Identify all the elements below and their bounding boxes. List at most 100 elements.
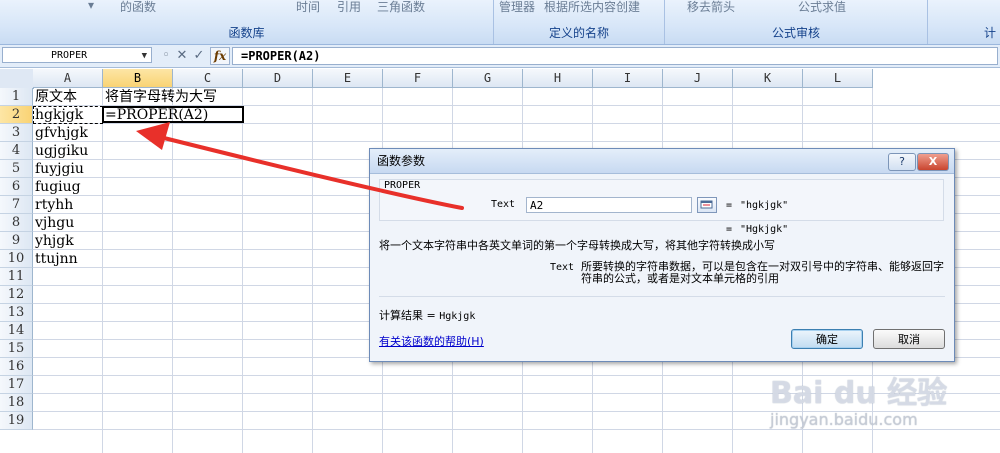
column-gridline (312, 88, 313, 453)
row-header-6[interactable]: 6 (0, 178, 33, 196)
row-header-17[interactable]: 17 (0, 376, 33, 394)
function-arguments-dialog: 函数参数 ? X PROPER Text A2 = "hgkjgk" = "Hg… (369, 148, 955, 362)
arg-equals: = (726, 200, 733, 211)
chevron-down-icon[interactable]: ▼ (142, 48, 147, 64)
row-header-2[interactable]: 2 (0, 106, 33, 124)
function-name: PROPER (384, 180, 421, 191)
ribbon: ▾ 的函数 时间 引用 三角函数 函数库 管理器 根据所选内容创建 定义的名称 … (0, 0, 1000, 45)
cancel-button[interactable]: 取消 (873, 329, 945, 349)
function-library-label: 函数库 (228, 26, 265, 40)
defined-names-label: 定义的名称 (548, 26, 609, 40)
cell-b1[interactable]: 将首字母转为大写 (103, 88, 217, 106)
dialog-titlebar[interactable]: 函数参数 ? X (370, 149, 954, 174)
row-header-9[interactable]: 9 (0, 232, 33, 250)
row-header-4[interactable]: 4 (0, 142, 33, 160)
divider (379, 296, 945, 297)
range-select-icon (700, 200, 713, 209)
row-header-8[interactable]: 8 (0, 214, 33, 232)
column-header-k[interactable]: K (733, 69, 803, 88)
cell-a5[interactable]: fuyjgiu (33, 160, 84, 178)
column-header-l[interactable]: L (803, 69, 873, 88)
function-description: 将一个文本字符串中各英文单词的第一个字母转换成大写，将其他字符转换成小写 (379, 239, 775, 252)
row-header-14[interactable]: 14 (0, 322, 33, 340)
param-description: 所要转换的字符串数据，可以是包含在一对双引号中的字符串、能够返回字符串的公式，或… (581, 260, 944, 285)
name-manager-button[interactable]: 管理器 (499, 0, 535, 15)
column-header-d[interactable]: D (243, 69, 313, 88)
cell-a7[interactable]: rtyhh (33, 196, 73, 214)
name-box-value: PROPER (51, 50, 88, 61)
formula-auditing-label: 公式审核 (771, 26, 820, 40)
expand-icon[interactable]: ◦ (158, 48, 174, 64)
row-header-13[interactable]: 13 (0, 304, 33, 322)
calculation-group: 计 (928, 0, 1000, 44)
baidu-watermark-url: jingyan.baidu.com (770, 410, 918, 429)
create-from-selection-button[interactable]: 根据所选内容创建 (544, 0, 640, 15)
evaluate-formula-button[interactable]: 公式求值 (798, 0, 846, 15)
cell-a1[interactable]: 原文本 (33, 88, 77, 106)
dropdown-icon[interactable]: ▾ (88, 0, 94, 12)
calc-value: Hgkjgk (439, 311, 476, 322)
row-header-16[interactable]: 16 (0, 358, 33, 376)
name-box[interactable]: PROPER ▼ (2, 47, 152, 63)
column-gridline (102, 88, 103, 453)
row-header-1[interactable]: 1 (0, 88, 33, 106)
collapse-dialog-button[interactable] (697, 197, 717, 213)
row-header-15[interactable]: 15 (0, 340, 33, 358)
copy-marquee (33, 106, 103, 124)
row-header-19[interactable]: 19 (0, 412, 33, 430)
help-button[interactable]: ? (888, 153, 916, 171)
defined-names-group: 管理器 根据所选内容创建 定义的名称 (494, 0, 665, 44)
baidu-watermark-logo: Bai du 经验 (770, 376, 948, 411)
remove-arrows-button[interactable]: 移去箭头 (687, 0, 735, 15)
ok-button[interactable]: 确定 (791, 329, 863, 349)
calculation-result: 计算结果 = Hgkjgk (379, 307, 475, 323)
row-header-12[interactable]: 12 (0, 286, 33, 304)
column-header-h[interactable]: H (523, 69, 593, 88)
close-button[interactable]: X (917, 153, 949, 171)
column-gridline (242, 88, 243, 453)
formula-auditing-group: 移去箭头 公式求值 公式审核 (665, 0, 928, 44)
column-header-f[interactable]: F (383, 69, 453, 88)
text-argument-input[interactable]: A2 (526, 197, 692, 213)
result-preview: "Hgkjgk" (740, 224, 789, 235)
dialog-title: 函数参数 (377, 154, 426, 168)
row-gridline (33, 141, 1000, 142)
row-header-5[interactable]: 5 (0, 160, 33, 178)
formula-input[interactable]: =PROPER(A2) (232, 47, 998, 65)
column-header-i[interactable]: I (593, 69, 663, 88)
select-all-button[interactable] (0, 69, 34, 89)
insert-function-button[interactable]: fx (210, 47, 230, 65)
column-header-b[interactable]: B (103, 69, 173, 88)
math-trig-button[interactable]: 三角函数 (377, 0, 425, 15)
row-header-10[interactable]: 10 (0, 250, 33, 268)
cell-a8[interactable]: vjhgu (33, 214, 74, 232)
row-gridline (33, 429, 1000, 430)
cell-a10[interactable]: ttujnn (33, 250, 78, 268)
column-header-e[interactable]: E (313, 69, 383, 88)
column-header-c[interactable]: C (173, 69, 243, 88)
result-equals: = (726, 224, 733, 235)
cell-a3[interactable]: gfvhjgk (33, 124, 88, 142)
function-help-link[interactable]: 有关该函数的帮助(H) (379, 333, 484, 349)
column-header-g[interactable]: G (453, 69, 523, 88)
row-header-3[interactable]: 3 (0, 124, 33, 142)
cell-a9[interactable]: yhjgk (33, 232, 74, 250)
column-header-j[interactable]: J (663, 69, 733, 88)
arg-evaluated-value: "hgkjgk" (740, 200, 789, 211)
row-header-11[interactable]: 11 (0, 268, 33, 286)
cell-a6[interactable]: fugiug (33, 178, 81, 196)
function-library-group: ▾ 的函数 时间 引用 三角函数 函数库 (0, 0, 494, 44)
calc-label: 计算结果 = (379, 309, 436, 322)
row-header-18[interactable]: 18 (0, 394, 33, 412)
arg-label: Text (491, 199, 516, 210)
column-header-a[interactable]: A (33, 69, 103, 88)
recent-functions-button[interactable]: 的函数 (120, 0, 156, 15)
datetime-button[interactable]: 时间 (296, 0, 320, 15)
param-label: Text (550, 262, 575, 273)
row-header-7[interactable]: 7 (0, 196, 33, 214)
cancel-icon[interactable]: ✕ (174, 48, 190, 64)
cell-a4[interactable]: ugjgiku (33, 142, 88, 160)
enter-icon[interactable]: ✓ (191, 48, 207, 64)
calculation-label: 计 (983, 26, 996, 40)
lookup-reference-button[interactable]: 引用 (337, 0, 361, 15)
